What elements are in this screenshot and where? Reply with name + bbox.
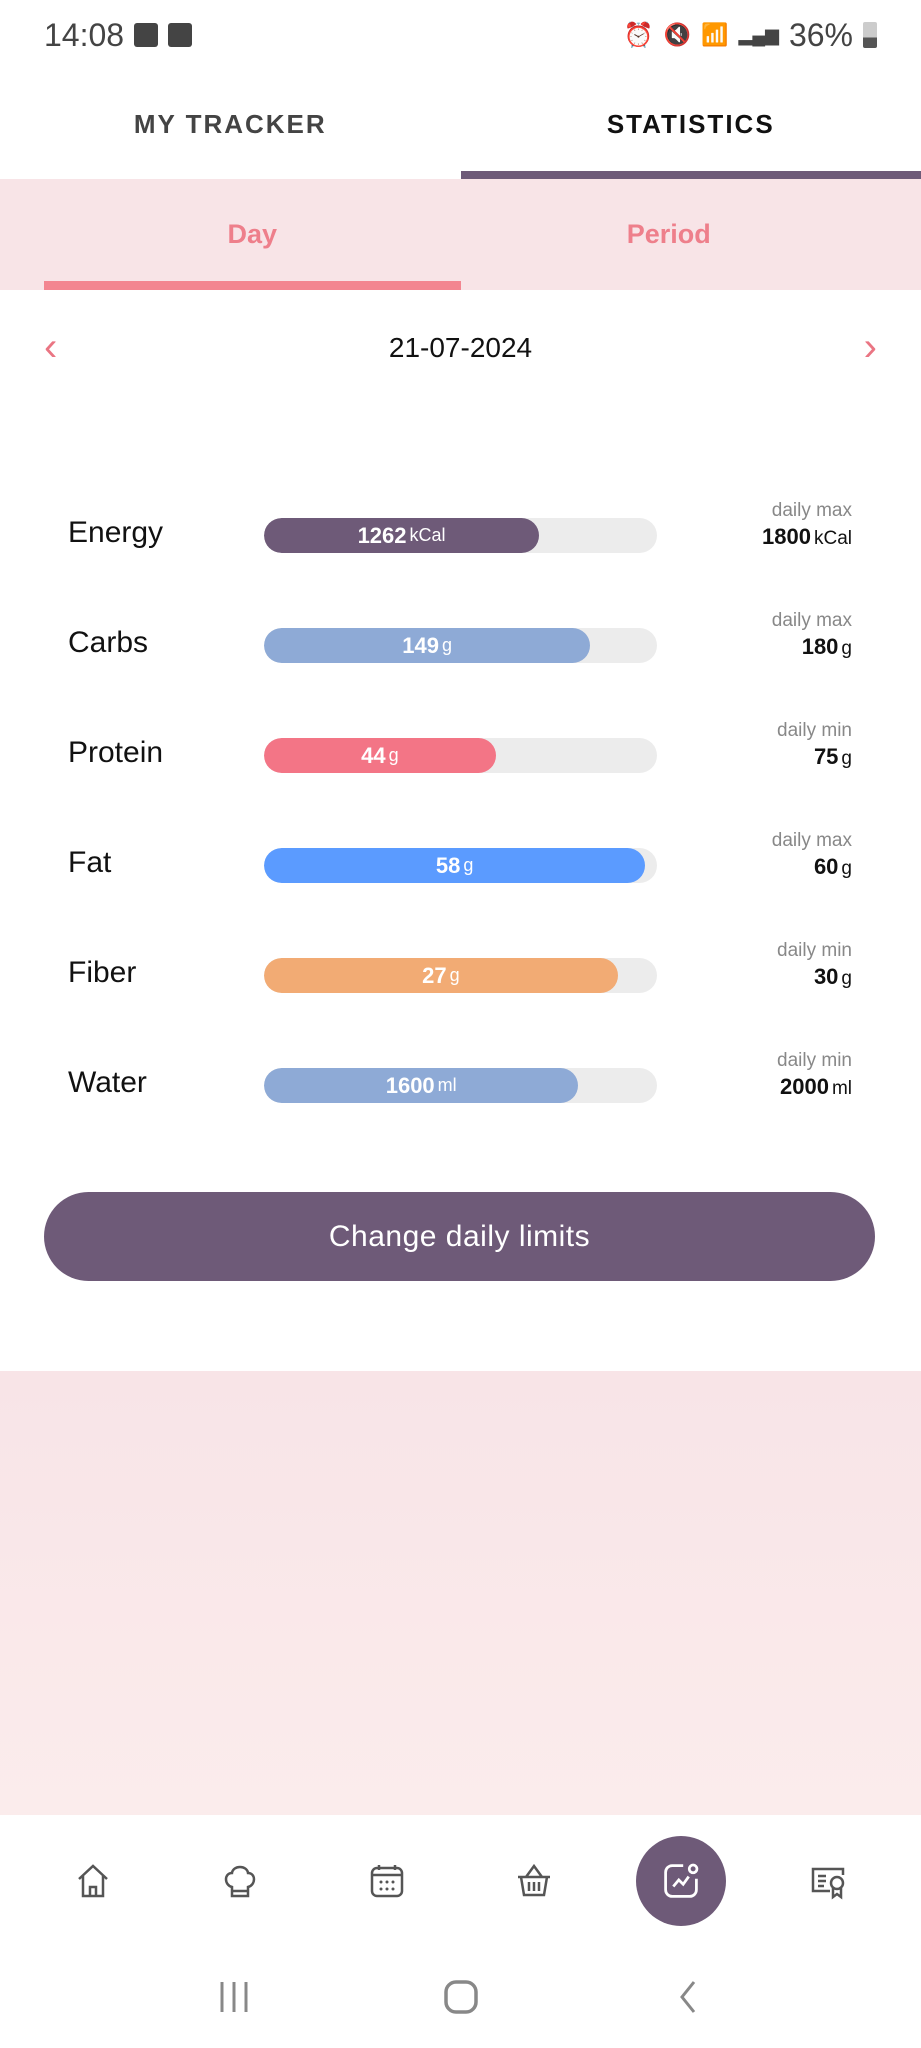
current-value: 149 <box>402 632 439 658</box>
nav-shopping[interactable] <box>489 1836 579 1926</box>
clock-app-icon <box>168 23 193 47</box>
progress-track: 44 g <box>264 738 657 773</box>
certificate-icon <box>811 1867 844 1899</box>
tab-statistics[interactable]: STATISTICS <box>460 70 921 179</box>
nav-home[interactable] <box>48 1836 138 1926</box>
progress-fill: 1262 kCal <box>264 518 540 553</box>
progress-fill: 58 g <box>264 848 646 883</box>
limit-value: 180 <box>801 634 839 659</box>
nutrient-row-carbs: Carbs 149 g daily max 180 g <box>0 610 921 680</box>
current-value: 58 <box>435 852 461 878</box>
nutrient-name: Water <box>68 1066 147 1099</box>
current-value: 27 <box>422 962 447 988</box>
limit-kind: daily min <box>777 720 852 741</box>
nutrient-name: Fat <box>68 846 112 879</box>
nutrient-row-energy: Energy 1262 kCal daily max 1800 kCal <box>0 500 921 570</box>
limit-kind: daily min <box>777 940 852 961</box>
nav-recipes[interactable] <box>195 1836 285 1926</box>
progress-track: 149 g <box>264 628 657 663</box>
top-tabs: MY TRACKER STATISTICS <box>0 70 921 179</box>
status-time: 14:08 <box>44 16 125 53</box>
limit-unit: g <box>841 968 852 989</box>
progress-fill: 1600 ml <box>264 1068 579 1103</box>
nutrient-row-fat: Fat 58 g daily max 60 g <box>0 830 921 900</box>
progress-fill: 44 g <box>264 738 496 773</box>
progress-fill: 27 g <box>264 958 618 993</box>
home-button-icon[interactable] <box>443 1979 479 2015</box>
limit: daily max 60 g <box>772 830 852 880</box>
calendar-icon <box>370 1864 404 1897</box>
chevron-left-icon[interactable]: ‹ <box>44 325 57 370</box>
progress-track: 27 g <box>264 958 657 993</box>
current-unit: ml <box>437 1075 457 1095</box>
limit: daily max 180 g <box>772 610 852 660</box>
tab-day[interactable]: Day <box>44 179 461 290</box>
limit-unit: ml <box>831 1078 852 1099</box>
nutrient-row-fiber: Fiber 27 g daily min 30 g <box>0 940 921 1010</box>
change-daily-limits-button[interactable]: Change daily limits <box>44 1192 875 1281</box>
limit: daily min 2000 ml <box>777 1050 852 1100</box>
battery-level: 36% <box>788 16 853 53</box>
gallery-icon <box>134 23 159 47</box>
signal-icon: ▂▄▆ <box>738 24 779 45</box>
status-bar: 14:08 ⏰ 🔇 📶 ▂▄▆ 36% <box>0 0 921 70</box>
wifi-icon: 📶 <box>701 22 729 47</box>
nutrient-name: Protein <box>68 736 164 769</box>
tab-my-tracker[interactable]: MY TRACKER <box>0 70 461 179</box>
chevron-right-icon[interactable]: › <box>864 325 877 370</box>
nutrient-row-protein: Protein 44 g daily min 75 g <box>0 720 921 790</box>
nav-certificates[interactable] <box>783 1836 873 1926</box>
current-value: 44 <box>361 742 386 768</box>
nutrient-name: Carbs <box>68 626 149 659</box>
current-unit: g <box>463 855 474 875</box>
limit-value: 75 <box>813 744 839 769</box>
limit-unit: g <box>841 638 852 659</box>
date-navigator: ‹ 21-07-2024 › <box>0 320 921 375</box>
progress-fill: 149 g <box>264 628 591 663</box>
progress-track: 1262 kCal <box>264 518 657 553</box>
nav-statistics[interactable] <box>635 1835 726 1926</box>
progress-track: 1600 ml <box>264 1068 657 1103</box>
limit-kind: daily max <box>771 500 852 521</box>
battery-icon <box>863 22 877 48</box>
nutrient-name: Fiber <box>68 956 137 989</box>
limit-unit: kCal <box>813 528 852 549</box>
nutrient-row-water: Water 1600 ml daily min 2000 ml <box>0 1050 921 1120</box>
current-unit: g <box>441 635 452 655</box>
tab-period[interactable]: Period <box>461 179 878 290</box>
limit-kind: daily max <box>771 610 852 631</box>
limit-unit: g <box>841 748 852 769</box>
limit: daily min 30 g <box>777 940 852 990</box>
alarm-icon: ⏰ <box>623 21 654 49</box>
bottom-nav <box>0 1815 921 1946</box>
home-icon <box>78 1863 109 1897</box>
nav-calendar[interactable] <box>342 1836 432 1926</box>
back-icon[interactable] <box>670 1979 706 2015</box>
limit-value: 60 <box>813 854 839 879</box>
mute-icon: 🔇 <box>663 22 692 47</box>
current-date: 21-07-2024 <box>388 331 533 363</box>
limit-value: 2000 <box>779 1074 829 1099</box>
current-value: 1262 <box>357 522 407 548</box>
basket-icon <box>517 1863 550 1896</box>
limit-kind: daily max <box>771 830 852 851</box>
current-unit: kCal <box>409 525 446 545</box>
sub-tabs: Day Period <box>0 179 921 290</box>
nutrient-name: Energy <box>68 516 164 549</box>
limit-unit: g <box>841 858 852 879</box>
limit: daily max 1800 kCal <box>762 500 852 550</box>
limit-value: 1800 <box>762 524 811 549</box>
current-unit: g <box>449 965 460 985</box>
current-unit: g <box>388 745 399 765</box>
limit: daily min 75 g <box>777 720 852 770</box>
limit-value: 30 <box>813 964 839 989</box>
background-area <box>0 1371 921 1815</box>
limit-kind: daily min <box>777 1050 852 1071</box>
recent-apps-icon[interactable] <box>216 1979 252 2015</box>
current-value: 1600 <box>385 1072 435 1098</box>
statistics-chart-icon <box>663 1863 699 1898</box>
system-nav <box>0 1946 921 2048</box>
chef-hat-icon <box>224 1865 256 1897</box>
progress-track: 58 g <box>264 848 657 883</box>
